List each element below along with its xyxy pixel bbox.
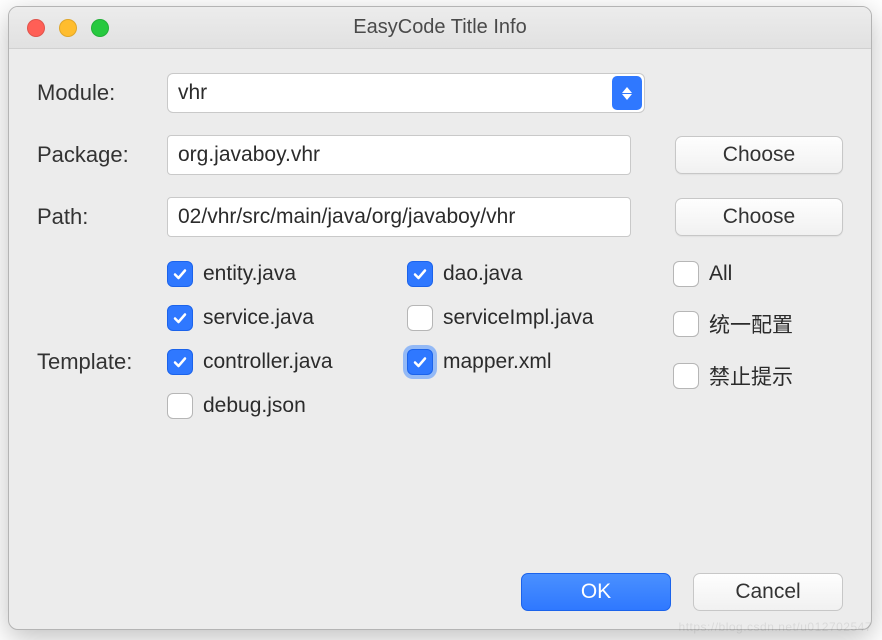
select-arrows-icon — [612, 76, 642, 110]
checkbox-icon[interactable] — [167, 349, 193, 375]
module-select[interactable]: vhr — [167, 73, 645, 113]
template-label: Template: — [37, 259, 167, 375]
template-item[interactable]: debug.json — [167, 393, 407, 419]
option-item[interactable]: 禁止提示 — [673, 361, 843, 391]
template-item[interactable]: entity.java — [167, 261, 407, 287]
window-title: EasyCode Title Info — [9, 16, 871, 39]
template-item[interactable]: mapper.xml — [407, 349, 647, 375]
checkbox-icon[interactable] — [167, 305, 193, 331]
package-row: Package: org.javaboy.vhr Choose — [37, 135, 843, 175]
template-label: mapper.xml — [443, 350, 552, 374]
package-label: Package: — [37, 142, 167, 168]
option-label: 禁止提示 — [709, 361, 793, 391]
path-label: Path: — [37, 204, 167, 230]
path-input[interactable]: 02/vhr/src/main/java/org/javaboy/vhr — [167, 197, 631, 237]
checkbox-icon[interactable] — [407, 261, 433, 287]
template-items-grid: entity.java dao.java service.java serviceIm… — [167, 259, 647, 419]
dialog-footer: OK Cancel — [521, 573, 843, 611]
dialog-window: EasyCode Title Info Module: vhr Package:… — [8, 6, 872, 630]
option-item[interactable]: 统一配置 — [673, 309, 843, 339]
window-controls — [9, 19, 109, 37]
template-item[interactable]: controller.java — [167, 349, 407, 375]
template-item[interactable]: dao.java — [407, 261, 647, 287]
watermark-text: https://blog.csdn.net/u012702547 — [679, 620, 872, 634]
titlebar: EasyCode Title Info — [9, 7, 871, 49]
minimize-icon[interactable] — [59, 19, 77, 37]
template-label: controller.java — [203, 350, 333, 374]
template-label: dao.java — [443, 262, 522, 286]
module-row: Module: vhr — [37, 73, 843, 113]
option-label: All — [709, 262, 732, 286]
template-options: All 统一配置禁止提示 — [673, 259, 843, 391]
template-item[interactable]: serviceImpl.java — [407, 305, 647, 331]
path-value: 02/vhr/src/main/java/org/javaboy/vhr — [178, 205, 515, 229]
option-label: 统一配置 — [709, 309, 793, 339]
checkbox-icon[interactable] — [167, 261, 193, 287]
dialog-content: Module: vhr Package: org.javaboy.vhr Cho… — [9, 49, 871, 437]
checkbox-icon[interactable] — [167, 393, 193, 419]
checkbox-icon[interactable] — [673, 363, 699, 389]
cancel-button[interactable]: Cancel — [693, 573, 843, 611]
path-choose-button[interactable]: Choose — [675, 198, 843, 236]
module-value: vhr — [178, 81, 207, 105]
module-label: Module: — [37, 80, 167, 106]
template-label: serviceImpl.java — [443, 306, 594, 330]
package-choose-button[interactable]: Choose — [675, 136, 843, 174]
checkbox-icon[interactable] — [407, 305, 433, 331]
path-row: Path: 02/vhr/src/main/java/org/javaboy/v… — [37, 197, 843, 237]
template-label: entity.java — [203, 262, 296, 286]
package-input[interactable]: org.javaboy.vhr — [167, 135, 631, 175]
template-item[interactable]: service.java — [167, 305, 407, 331]
template-label: debug.json — [203, 394, 306, 418]
zoom-icon[interactable] — [91, 19, 109, 37]
package-value: org.javaboy.vhr — [178, 143, 320, 167]
template-label: service.java — [203, 306, 314, 330]
checkbox-icon[interactable] — [673, 261, 699, 287]
checkbox-icon[interactable] — [673, 311, 699, 337]
option-item[interactable]: All — [673, 261, 843, 287]
ok-button[interactable]: OK — [521, 573, 671, 611]
close-icon[interactable] — [27, 19, 45, 37]
checkbox-icon[interactable] — [407, 349, 433, 375]
template-row: Template: entity.java dao.java service.jav… — [37, 259, 843, 419]
